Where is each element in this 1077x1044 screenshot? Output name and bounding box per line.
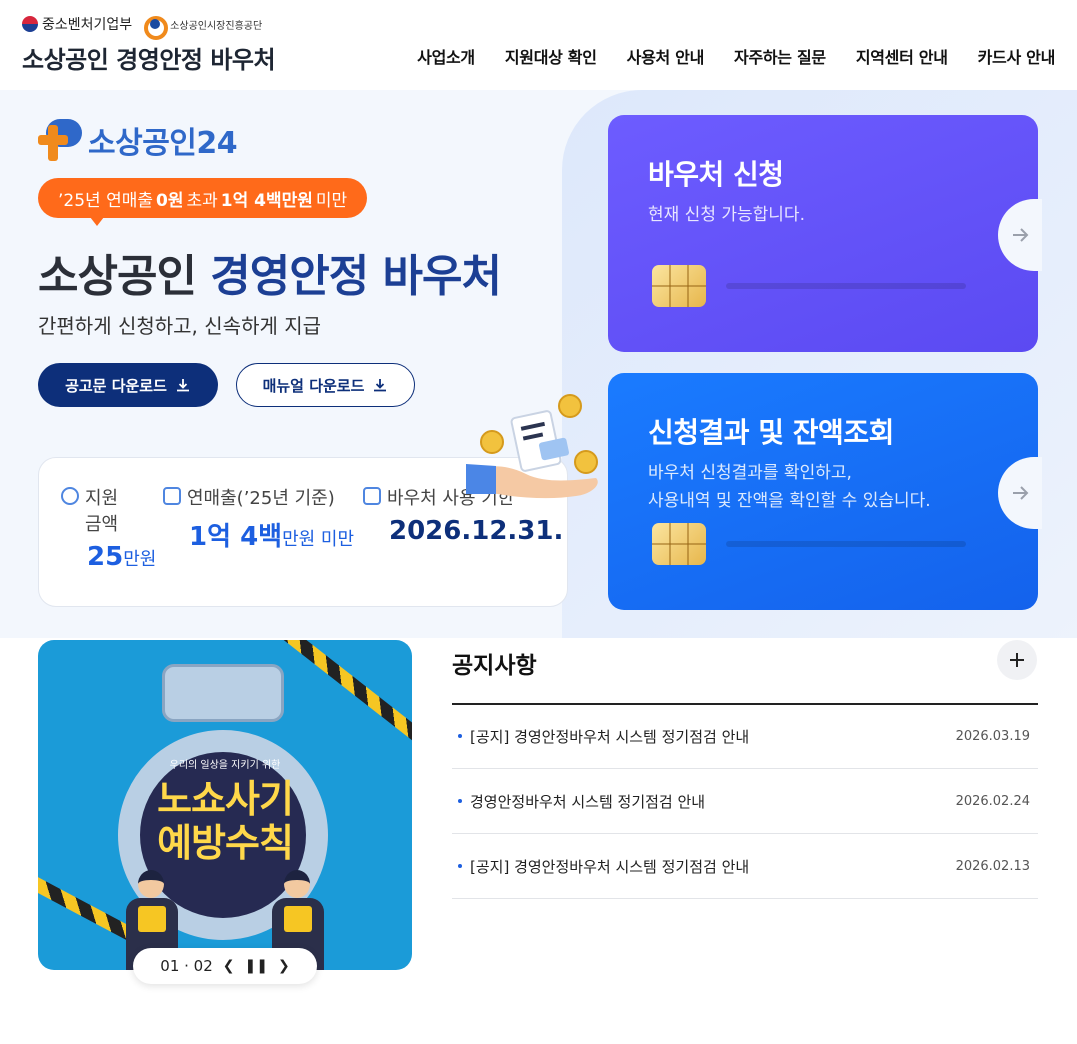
result-balance-card[interactable]: 신청결과 및 잔액조회 바우처 신청결과를 확인하고, 사용내역 및 잔액을 확…: [608, 373, 1042, 610]
nav-item-usage-places[interactable]: 사용처 안내: [627, 44, 705, 68]
voucher-apply-desc: 현재 신청 가능합니다.: [648, 205, 805, 225]
plus-icon: [1010, 653, 1024, 667]
voucher-apply-card[interactable]: 바우처 신청 현재 신청 가능합니다.: [608, 115, 1042, 352]
chevron-left-icon[interactable]: ❮: [223, 958, 235, 974]
nav-item-faq[interactable]: 자주하는 질문: [734, 44, 826, 68]
arrow-right-icon: [1013, 486, 1029, 500]
info-label: 지원 금액: [85, 488, 119, 535]
agency-logo[interactable]: 소상공인시장진흥공단: [144, 15, 263, 40]
sosang24-mark-icon: [38, 119, 84, 161]
card-chip-icon: [652, 265, 706, 307]
sosang24-logo[interactable]: 소상공인24: [38, 118, 238, 162]
site-title[interactable]: 소상공인 경영안정 바우처: [22, 40, 276, 75]
card-chip-icon: [652, 523, 706, 565]
result-balance-title: 신청결과 및 잔액조회: [648, 416, 894, 449]
ministry-logo[interactable]: 중소벤처기업부: [22, 14, 132, 34]
info-label: 연매출(’25년 기준): [187, 488, 335, 509]
promo-banner[interactable]: 우리의 일상을 지키기 위한 노쇼사기 예방수칙: [38, 640, 412, 970]
notice-item-title[interactable]: [공지] 경영안정바우처 시스템 정기점검 안내: [458, 726, 749, 747]
ministry-name: 중소벤처기업부: [42, 17, 133, 33]
notice-item-title[interactable]: [공지] 경영안정바우처 시스템 정기점검 안내: [458, 856, 749, 877]
info-annual-sales: 연매출(’25년 기준) 1억 4백만원 미만: [163, 484, 363, 553]
main-navigation: 사업소개 지원대상 확인 사용처 안내 자주하는 질문 지역센터 안내 카드사 …: [417, 44, 1055, 68]
voucher-apply-arrow[interactable]: [998, 199, 1042, 271]
download-icon: [176, 379, 189, 392]
site-header: 중소벤처기업부 소상공인시장진흥공단 소상공인 경영안정 바우처 사업소개 지원…: [0, 0, 1077, 90]
sosang24-brand: 소상공인24: [88, 126, 238, 161]
pill-prefix: ’25년 연매출: [58, 190, 153, 211]
notice-more-button[interactable]: [997, 640, 1037, 680]
manual-download-label: 매뉴얼 다운로드: [262, 376, 365, 395]
banner-headline-2: 예방수칙: [157, 821, 294, 865]
banner-slider-controls: 01 · 02 ❮ ❚❚ ❯: [133, 948, 317, 984]
notice-title: 공지사항: [452, 653, 537, 679]
pill-suffix: 미만: [315, 190, 348, 211]
notice-item[interactable]: [공지] 경영안정바우처 시스템 정기점검 안내 2026.02.13: [452, 834, 1038, 899]
result-balance-arrow[interactable]: [998, 457, 1042, 529]
nav-item-eligibility[interactable]: 지원대상 확인: [505, 44, 597, 68]
agency-mark-icon: [144, 15, 169, 40]
result-balance-desc: 바우처 신청결과를 확인하고, 사용내역 및 잔액을 확인할 수 있습니다.: [648, 463, 931, 511]
nav-item-card-companies[interactable]: 카드사 안내: [978, 44, 1056, 68]
nav-item-about[interactable]: 사업소개: [417, 44, 475, 68]
info-support-amount: 지원 금액 25만원: [61, 484, 171, 572]
hero-title: 소상공인 경영안정 바우처: [38, 240, 502, 304]
eligibility-pill: ’25년 연매출 0원 초과 1억 4백만원 미만: [38, 178, 368, 226]
hero-subtitle: 간편하게 신청하고, 신속하게 지급: [38, 314, 322, 338]
notice-item-date: 2026.02.24: [955, 793, 1030, 809]
notice-item[interactable]: 경영안정바우처 시스템 정기점검 안내 2026.02.24: [452, 769, 1038, 834]
info-value: 25만원: [87, 542, 157, 572]
nav-item-regional-centers[interactable]: 지역센터 안내: [856, 44, 948, 68]
card-stripe: [726, 283, 966, 289]
voucher-apply-title: 바우처 신청: [648, 158, 784, 191]
manual-download-button[interactable]: 매뉴얼 다운로드: [236, 363, 415, 407]
arrow-right-icon: [1013, 228, 1029, 242]
notice-item-date: 2026.02.13: [955, 858, 1030, 874]
slider-pager: 01 · 02: [160, 957, 213, 975]
notice-list: [공지] 경영안정바우처 시스템 정기점검 안내 2026.03.19 경영안정…: [452, 704, 1038, 899]
pill-value-min: 0원: [156, 190, 184, 211]
receipt-icon: [163, 487, 181, 505]
calendar-icon: [363, 487, 381, 505]
coin-icon: [61, 487, 79, 505]
download-icon: [374, 379, 387, 392]
notice-item-title[interactable]: 경영안정바우처 시스템 정기점검 안내: [458, 791, 705, 812]
hero-section: 소상공인24 ’25년 연매출 0원 초과 1억 4백만원 미만 소상공인 경영…: [0, 90, 1077, 638]
notice-item[interactable]: [공지] 경영안정바우처 시스템 정기점검 안내 2026.03.19: [452, 704, 1038, 769]
notice-item-date: 2026.03.19: [955, 728, 1030, 744]
notice-download-label: 공고문 다운로드: [65, 376, 167, 395]
info-value: 2026.12.31.: [389, 516, 564, 546]
pause-icon[interactable]: ❚❚: [245, 958, 268, 974]
card-stripe: [726, 541, 966, 547]
agency-name: 소상공인시장진흥공단: [170, 20, 263, 32]
hand-coins-illustration: [466, 394, 598, 499]
info-value: 1억 4백만원 미만: [189, 522, 355, 552]
chevron-right-icon[interactable]: ❯: [278, 958, 290, 974]
pill-value-max: 1억 4백만원: [220, 190, 313, 211]
government-logos: 중소벤처기업부 소상공인시장진흥공단: [22, 14, 263, 40]
taegeuk-icon: [22, 16, 38, 32]
hero-title-plain: 소상공인: [38, 251, 211, 302]
hero-title-highlight: 경영안정 바우처: [210, 251, 502, 302]
pill-mid: 초과: [186, 190, 218, 211]
handcuff-top: [162, 664, 284, 722]
notice-download-button[interactable]: 공고문 다운로드: [38, 363, 218, 407]
